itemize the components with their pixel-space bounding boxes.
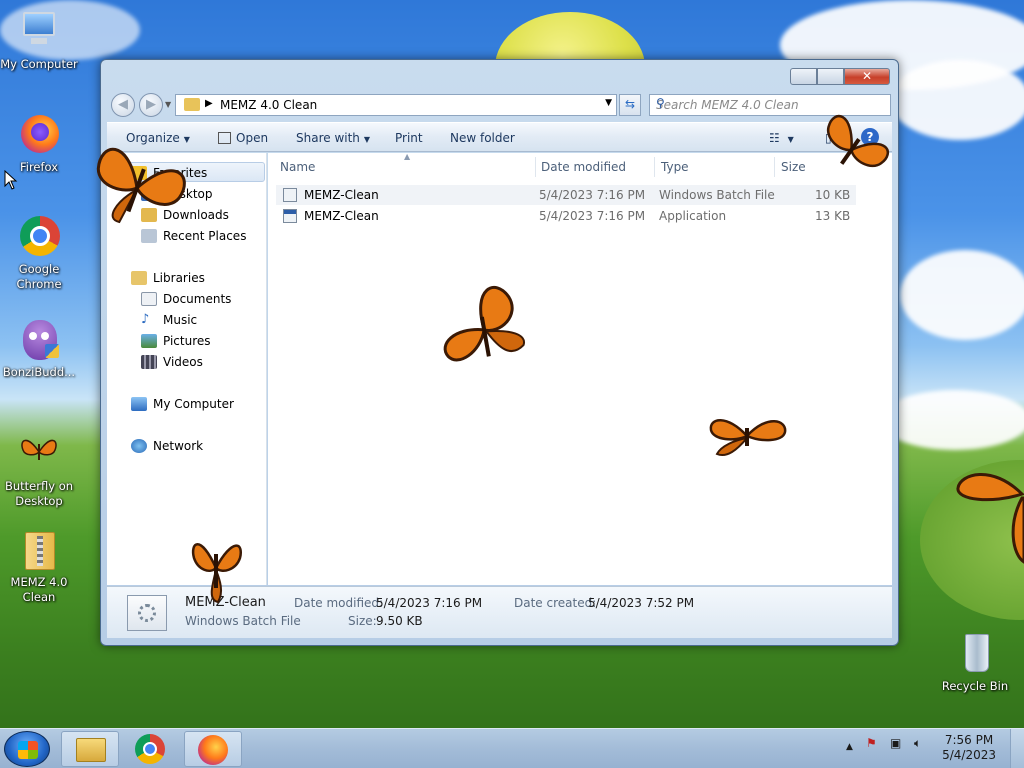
desktop-icon-label: My Computer [0, 57, 78, 71]
details-date-created: 5/4/2023 7:52 PM [588, 596, 695, 610]
desktop-icon-label: MEMZ 4.0 Clean [10, 575, 68, 604]
desktop-icon-my-computer[interactable]: My Computer [0, 10, 78, 72]
forward-button[interactable]: ▶ [139, 93, 163, 117]
print-button[interactable]: Print [395, 131, 423, 145]
new-folder-button[interactable]: New folder [450, 131, 515, 145]
nav-item-libraries[interactable]: Libraries [131, 268, 205, 288]
show-desktop-button[interactable] [1010, 729, 1024, 768]
table-row[interactable]: MEMZ-Clean 5/4/2023 7:16 PM Application … [276, 206, 856, 226]
show-hidden-icons-icon[interactable]: ▲ [846, 742, 853, 752]
desktop-icon-bonzibuddy[interactable]: BonziBudd... [0, 318, 78, 380]
column-header-name[interactable]: Name [280, 153, 315, 181]
butterfly-icon [826, 115, 889, 168]
desktop-icon-firefox[interactable]: Firefox [0, 113, 78, 175]
details-date-created-label: Date created: [514, 596, 597, 610]
clock-time: 7:56 PM [944, 733, 994, 747]
batch-file-icon [283, 188, 297, 202]
butterfly-icon [17, 432, 61, 476]
firefox-icon [17, 113, 61, 157]
desktop-icon-label: BonziBudd... [2, 365, 76, 379]
column-header-size[interactable]: Size [781, 153, 806, 181]
pictures-icon [141, 334, 157, 348]
videos-icon [141, 355, 157, 369]
desktop-icon-butterfly-on-desktop[interactable]: Butterfly on Desktop [0, 432, 78, 509]
share-with-button[interactable]: Share with ▼ [296, 131, 370, 145]
taskbar-explorer-button[interactable] [61, 731, 119, 767]
navigation-bar: ◀ ▶ ▼ ▶ MEMZ 4.0 Clean ▼ ⇆ Search MEMZ 4… [109, 91, 891, 117]
column-header-date-modified[interactable]: Date modified [541, 153, 626, 181]
network-tray-icon[interactable]: ▣ [890, 736, 901, 750]
details-date-modified: 5/4/2023 7:16 PM [376, 596, 483, 610]
music-icon: ♪ [141, 312, 150, 327]
documents-icon [141, 292, 157, 306]
nav-item-network[interactable]: Network [131, 436, 203, 456]
firefox-icon [198, 735, 228, 765]
network-icon [131, 439, 147, 453]
details-date-modified-label: Date modified: [294, 596, 384, 610]
libraries-icon [131, 271, 147, 285]
computer-icon [131, 397, 147, 411]
nav-item-my-computer[interactable]: My Computer [131, 394, 234, 414]
address-dropdown-icon[interactable]: ▼ [605, 98, 612, 108]
nav-item-videos[interactable]: Videos [141, 352, 203, 372]
clock-date: 5/4/2023 [942, 748, 996, 762]
column-header-type[interactable]: Type [661, 153, 689, 181]
details-size-label: Size: [348, 614, 377, 628]
zip-folder-icon [17, 528, 61, 572]
butterfly-icon [96, 147, 186, 224]
address-bar[interactable]: ▶ MEMZ 4.0 Clean ▼ [175, 94, 617, 116]
open-icon [218, 132, 231, 144]
desktop-icon-label: Google Chrome [16, 262, 62, 291]
refresh-button[interactable]: ⇆ [619, 94, 641, 116]
sort-ascending-icon: ▲ [404, 152, 411, 161]
taskbar-firefox-button[interactable] [184, 731, 242, 767]
taskbar-chrome-button[interactable] [122, 731, 180, 767]
desktop-icon-memz-folder[interactable]: MEMZ 4.0 Clean [0, 528, 78, 605]
maximize-button[interactable] [817, 68, 844, 85]
windows-logo-icon [18, 741, 38, 759]
change-view-icon[interactable]: ☷ ▼ [769, 131, 794, 145]
nav-item-documents[interactable]: Documents [141, 289, 231, 309]
folder-icon [184, 98, 200, 111]
butterfly-icon [956, 473, 1024, 564]
butterfly-icon [443, 285, 525, 362]
nav-item-music[interactable]: ♪ Music [141, 310, 197, 330]
details-size: 9.50 KB [376, 614, 423, 628]
application-icon [283, 209, 297, 223]
desktop-icon-recycle-bin[interactable]: Recycle Bin [936, 632, 1014, 694]
computer-icon [17, 10, 61, 54]
search-icon[interactable]: ⚲ [656, 96, 886, 110]
open-button[interactable]: Open [218, 131, 268, 145]
back-button[interactable]: ◀ [111, 93, 135, 117]
desktop-icon-label: Butterfly on Desktop [4, 479, 74, 508]
details-file-kind: Windows Batch File [185, 614, 301, 628]
batch-file-large-icon [127, 595, 167, 631]
command-bar: Organize ▼ Open Share with ▼ Print New fol… [107, 122, 892, 152]
bonzi-gorilla-icon [17, 318, 61, 362]
recycle-bin-icon [953, 632, 997, 676]
nav-item-pictures[interactable]: Pictures [141, 331, 211, 351]
mouse-cursor-icon [4, 170, 18, 190]
folder-icon [76, 738, 106, 762]
recent-pages-chevron-icon[interactable]: ▼ [165, 100, 171, 109]
breadcrumb-arrow-icon[interactable]: ▶ [205, 98, 213, 109]
file-list-pane: Name ▲ Date modified Type Size MEMZ-Clea… [268, 152, 892, 585]
action-center-icon[interactable]: ⚑ [866, 736, 877, 750]
volume-icon[interactable]: 🔈︎ [914, 736, 921, 751]
butterfly-icon [191, 543, 243, 604]
butterfly-icon [709, 419, 787, 456]
address-path[interactable]: MEMZ 4.0 Clean [220, 98, 317, 112]
desktop-icon-google-chrome[interactable]: Google Chrome [0, 215, 78, 292]
table-row[interactable]: MEMZ-Clean 5/4/2023 7:16 PM Windows Batc… [276, 185, 856, 205]
start-button[interactable] [4, 731, 50, 767]
minimize-button[interactable] [790, 68, 817, 85]
close-button[interactable]: ✕ [844, 68, 890, 85]
desktop-icon-label: Recycle Bin [941, 679, 1009, 693]
clock[interactable]: 7:56 PM 5/4/2023 [942, 733, 996, 763]
chrome-icon [17, 215, 61, 259]
taskbar: ▲ ⚑ ▣ 🔈︎ 7:56 PM 5/4/2023 [0, 728, 1024, 768]
